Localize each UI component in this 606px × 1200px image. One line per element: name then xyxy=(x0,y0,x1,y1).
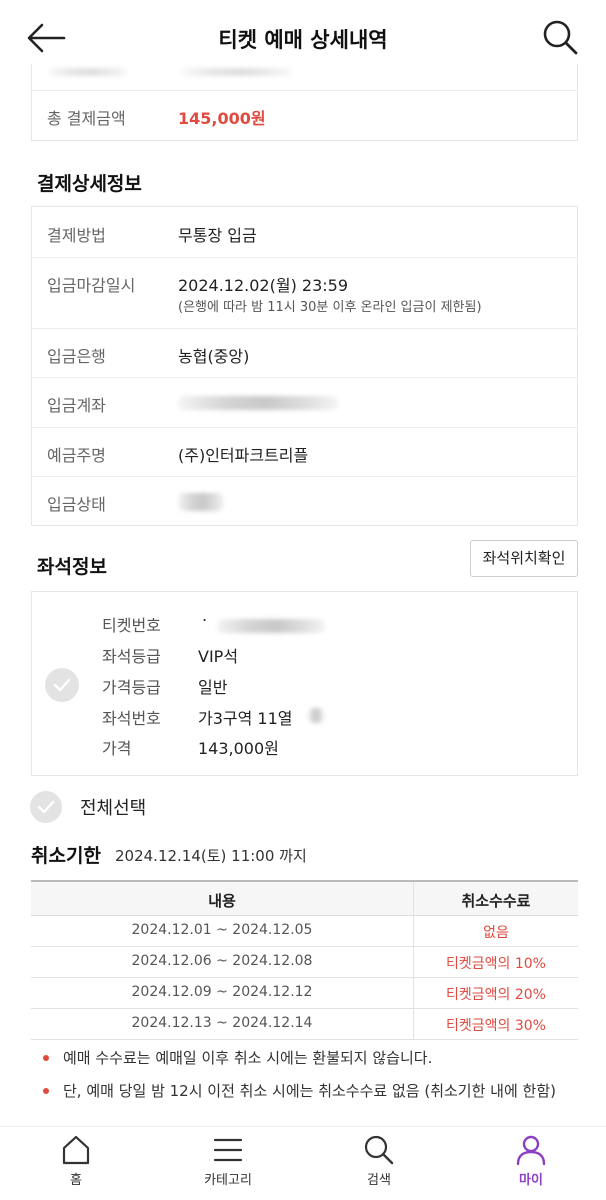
price-grade-value: 일반 xyxy=(198,678,228,697)
nav-category[interactable]: 카테고리 xyxy=(178,1133,278,1197)
table-row: 2024.12.09 ~ 2024.12.12 티켓금액의 20% xyxy=(31,978,578,1009)
note-bullet xyxy=(43,1088,49,1094)
row-fee: 티켓금액의 30% xyxy=(446,1018,546,1034)
payment-detail-title: 결제상세정보 xyxy=(37,173,142,195)
grade-label: 좌석등급 xyxy=(102,647,161,666)
select-all-label[interactable]: 전체선택 xyxy=(80,794,146,820)
payment-summary-box: 총 결제금액 145,000원 xyxy=(31,64,578,141)
table-row: 2024.12.06 ~ 2024.12.08 티켓금액의 10% xyxy=(31,947,578,978)
note-item: 예매 수수료는 예매일 이후 취소 시에는 환불되지 않습니다. xyxy=(63,1049,433,1067)
table-header: 내용 취소수수료 xyxy=(31,882,578,916)
payment-detail-box: 결제방법 무통장 입금 입금마감일시 2024.12.02(월) 23:59 (… xyxy=(31,206,578,526)
table-row: 2024.12.01 ~ 2024.12.05 없음 xyxy=(31,916,578,947)
redacted-seat-number xyxy=(308,708,324,723)
cancel-fee-table: 내용 취소수수료 2024.12.01 ~ 2024.12.05 없음 2024… xyxy=(31,880,578,1040)
note-bullet xyxy=(43,1055,49,1061)
table-row: 2024.12.13 ~ 2024.12.14 티켓금액의 30% xyxy=(31,1009,578,1040)
account-label: 입금계좌 xyxy=(47,396,106,415)
page-title: 티켓 예매 상세내역 xyxy=(218,28,388,52)
header-content: 내용 xyxy=(208,892,236,910)
seat-checkbox[interactable] xyxy=(45,668,79,702)
bottom-nav: 홈 카테고리 검색 마이 xyxy=(0,1126,606,1200)
grade-value: VIP석 xyxy=(198,647,239,666)
status-label: 입금상태 xyxy=(47,495,106,514)
row-period: 2024.12.13 ~ 2024.12.14 xyxy=(131,1015,313,1031)
nav-home-label: 홈 xyxy=(70,1173,82,1188)
search-icon xyxy=(364,1135,394,1165)
holder-value: (주)인터파크트리플 xyxy=(178,446,309,465)
ticket-no-label: 티켓번호 xyxy=(102,616,161,635)
seat-no-value: 가3구역 11열 xyxy=(198,709,293,728)
deadline-row: 입금마감일시 2024.12.02(월) 23:59 (은행에 따라 밤 11시… xyxy=(32,257,577,328)
row-period: 2024.12.06 ~ 2024.12.08 xyxy=(131,953,313,969)
row-fee: 없음 xyxy=(483,925,509,941)
row-period: 2024.12.09 ~ 2024.12.12 xyxy=(131,984,313,1000)
header-fee: 취소수수료 xyxy=(461,892,531,910)
total-row: 총 결제금액 145,000원 xyxy=(32,90,577,141)
nav-my[interactable]: 마이 xyxy=(481,1133,581,1197)
ticket-no-dot: . xyxy=(202,606,208,625)
select-all-checkbox[interactable] xyxy=(30,791,62,823)
home-icon xyxy=(62,1135,90,1165)
holder-row: 예금주명 (주)인터파크트리플 xyxy=(32,427,577,476)
method-label: 결제방법 xyxy=(47,226,106,245)
redacted-prev-row-value xyxy=(182,68,292,76)
price-label: 가격 xyxy=(102,739,132,758)
nav-search[interactable]: 검색 xyxy=(329,1133,429,1197)
note-item: 단, 예매 당일 밤 12시 이전 취소 시에는 취소수수료 없음 (취소기한 … xyxy=(63,1082,556,1100)
status-row: 입금상태 xyxy=(32,476,577,527)
search-icon xyxy=(543,20,578,55)
seat-info-box: 티켓번호 . 좌석등급 VIP석 가격등급 일반 좌석번호 가3구역 11열 가… xyxy=(31,591,578,776)
cancel-deadline-date: 2024.12.14(토) 11:00 까지 xyxy=(115,847,307,865)
cancel-deadline-title: 취소기한 xyxy=(31,845,101,867)
price-grade-label: 가격등급 xyxy=(102,678,161,697)
row-fee: 티켓금액의 20% xyxy=(446,987,546,1003)
row-fee: 티켓금액의 10% xyxy=(446,956,546,972)
method-row: 결제방법 무통장 입금 xyxy=(32,207,577,257)
redacted-status xyxy=(178,493,224,511)
method-value: 무통장 입금 xyxy=(178,226,257,245)
redacted-prev-row xyxy=(48,68,128,76)
bank-label: 입금은행 xyxy=(47,347,106,366)
search-button[interactable] xyxy=(540,17,580,57)
seat-location-button[interactable]: 좌석위치확인 xyxy=(470,540,578,577)
person-icon xyxy=(516,1135,546,1166)
nav-category-label: 카테고리 xyxy=(204,1173,252,1188)
holder-label: 예금주명 xyxy=(47,446,106,465)
bank-row: 입금은행 농협(중앙) xyxy=(32,328,577,377)
seat-info-title: 좌석정보 xyxy=(37,556,107,578)
deadline-value: 2024.12.02(월) 23:59 xyxy=(178,276,349,295)
price-value: 143,000원 xyxy=(198,739,279,758)
row-period: 2024.12.01 ~ 2024.12.05 xyxy=(131,922,313,938)
nav-my-label: 마이 xyxy=(519,1173,543,1188)
deadline-label: 입금마감일시 xyxy=(47,276,136,295)
account-row: 입금계좌 xyxy=(32,377,577,427)
nav-search-label: 검색 xyxy=(367,1173,391,1188)
redacted-ticket-number xyxy=(217,619,325,633)
check-icon xyxy=(53,678,71,692)
nav-home[interactable]: 홈 xyxy=(26,1133,126,1197)
redacted-account-number xyxy=(178,396,338,410)
bank-value: 농협(중앙) xyxy=(178,347,250,366)
total-label: 총 결제금액 xyxy=(47,109,126,128)
deadline-note: (은행에 따라 밤 11시 30분 이후 온라인 입금이 제한됨) xyxy=(178,300,482,315)
menu-icon xyxy=(213,1138,243,1162)
total-value: 145,000원 xyxy=(178,109,266,128)
check-icon xyxy=(37,800,55,814)
seat-no-label: 좌석번호 xyxy=(102,709,161,728)
